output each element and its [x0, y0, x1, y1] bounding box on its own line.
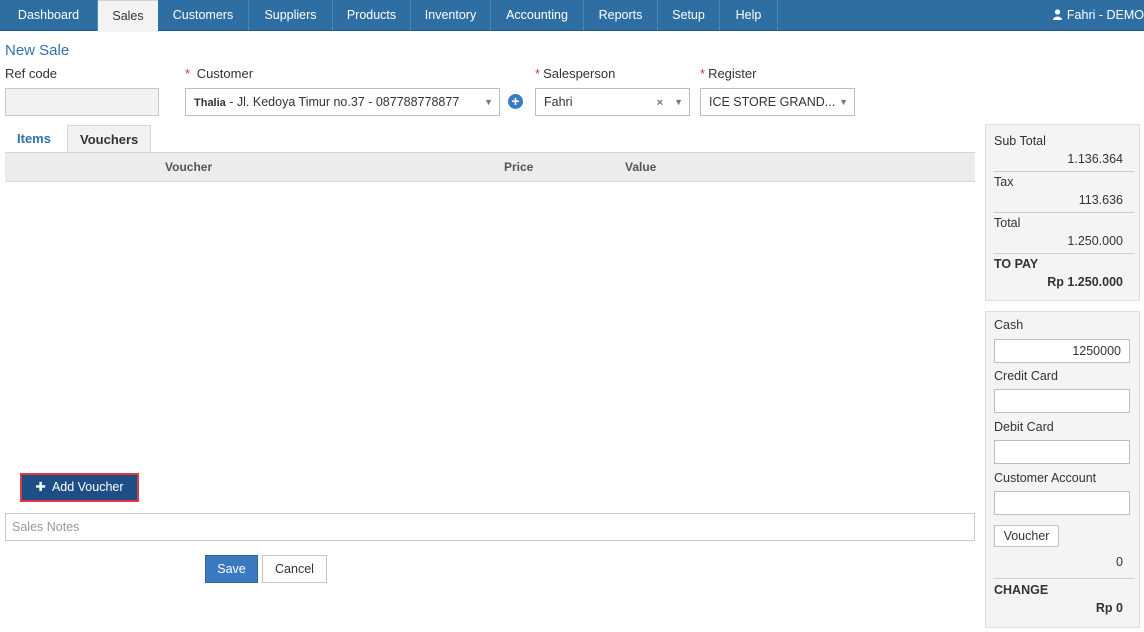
required-mark: * [535, 66, 541, 81]
tab-accounting[interactable]: Accounting [491, 0, 584, 31]
tax-label: Tax [994, 175, 1014, 189]
ref-code-label: Ref code [5, 66, 58, 81]
tab-sales[interactable]: Sales [98, 0, 158, 32]
chevron-down-icon: ▼ [484, 97, 493, 107]
debit-card-label: Debit Card [994, 420, 1054, 434]
cancel-button[interactable]: Cancel [262, 555, 327, 583]
credit-card-label: Credit Card [994, 369, 1058, 383]
divider [994, 578, 1134, 579]
voucher-table-header: Voucher Price Value [5, 152, 975, 182]
sales-notes-input[interactable]: Sales Notes [5, 513, 975, 541]
voucher-button[interactable]: Voucher [994, 525, 1059, 547]
summary-panel: Sub Total 1.136.364 Tax 113.636 Total 1.… [985, 124, 1140, 301]
to-pay-label: TO PAY [994, 257, 1039, 271]
tab-vouchers[interactable]: Vouchers [67, 125, 152, 154]
sub-total-label: Sub Total [994, 134, 1046, 148]
total-value: 1.250.000 [1067, 234, 1123, 248]
divider [994, 171, 1134, 172]
payment-panel: Cash 1250000 Credit Card Debit Card Cust… [985, 311, 1140, 628]
clear-icon[interactable]: × [657, 90, 663, 115]
plus-icon: ✚ [35, 480, 46, 494]
customer-detail: - Jl. Kedoya Timur no.37 - 087788778877 [225, 95, 460, 109]
sub-total-value: 1.136.364 [1067, 152, 1123, 166]
customer-label: * Customer [185, 66, 254, 81]
tab-customers[interactable]: Customers [158, 0, 249, 31]
credit-card-input[interactable] [994, 389, 1130, 413]
debit-card-input[interactable] [994, 440, 1130, 464]
salesperson-select[interactable]: Fahri × ▼ [535, 88, 690, 116]
user-icon [1052, 9, 1062, 20]
page-title: New Sale [5, 42, 70, 59]
divider [994, 253, 1134, 254]
change-value: Rp 0 [1095, 601, 1123, 615]
register-label: * Register [700, 66, 757, 81]
add-customer-icon[interactable]: + [508, 94, 523, 109]
tab-setup[interactable]: Setup [658, 0, 720, 31]
column-value: Value [625, 160, 657, 174]
tab-dashboard[interactable]: Dashboard [0, 0, 98, 31]
divider [994, 212, 1134, 213]
column-price: Price [504, 160, 534, 174]
user-menu[interactable]: Fahri - DEMO [1052, 0, 1144, 31]
save-button[interactable]: Save [205, 555, 258, 583]
customer-select[interactable]: Thalia - Jl. Kedoya Timur no.37 - 087788… [185, 88, 500, 116]
top-nav: Dashboard Sales Customers Suppliers Prod… [0, 0, 1144, 32]
customer-account-label: Customer Account [994, 471, 1097, 485]
required-mark: * [185, 66, 191, 81]
chevron-down-icon: ▼ [839, 97, 848, 107]
tab-reports[interactable]: Reports [584, 0, 658, 31]
tab-inventory[interactable]: Inventory [411, 0, 491, 31]
column-voucher: Voucher [165, 160, 213, 174]
ref-code-input[interactable] [5, 88, 159, 116]
to-pay-value: Rp 1.250.000 [1047, 275, 1123, 289]
customer-account-input[interactable] [994, 491, 1130, 515]
user-name: Fahri - DEMO [1066, 8, 1144, 22]
chevron-down-icon: ▼ [674, 97, 683, 107]
tab-items[interactable]: Items [5, 125, 63, 153]
register-select[interactable]: ICE STORE GRAND... ▼ [700, 88, 855, 116]
salesperson-value: Fahri [544, 95, 573, 109]
cash-input[interactable]: 1250000 [994, 339, 1130, 363]
tax-value: 113.636 [1078, 193, 1123, 207]
tab-products[interactable]: Products [333, 0, 411, 31]
add-voucher-button[interactable]: ✚ Add Voucher [20, 473, 139, 502]
tab-suppliers[interactable]: Suppliers [249, 0, 333, 31]
customer-name: Thalia [194, 97, 226, 109]
cash-label: Cash [994, 318, 1024, 332]
total-label: Total [994, 216, 1021, 230]
tab-help[interactable]: Help [720, 0, 778, 31]
required-mark: * [700, 66, 706, 81]
register-value: ICE STORE GRAND... [709, 95, 836, 109]
salesperson-label: * Salesperson [535, 66, 616, 81]
change-label: CHANGE [994, 583, 1049, 597]
voucher-value: 0 [1116, 555, 1123, 569]
